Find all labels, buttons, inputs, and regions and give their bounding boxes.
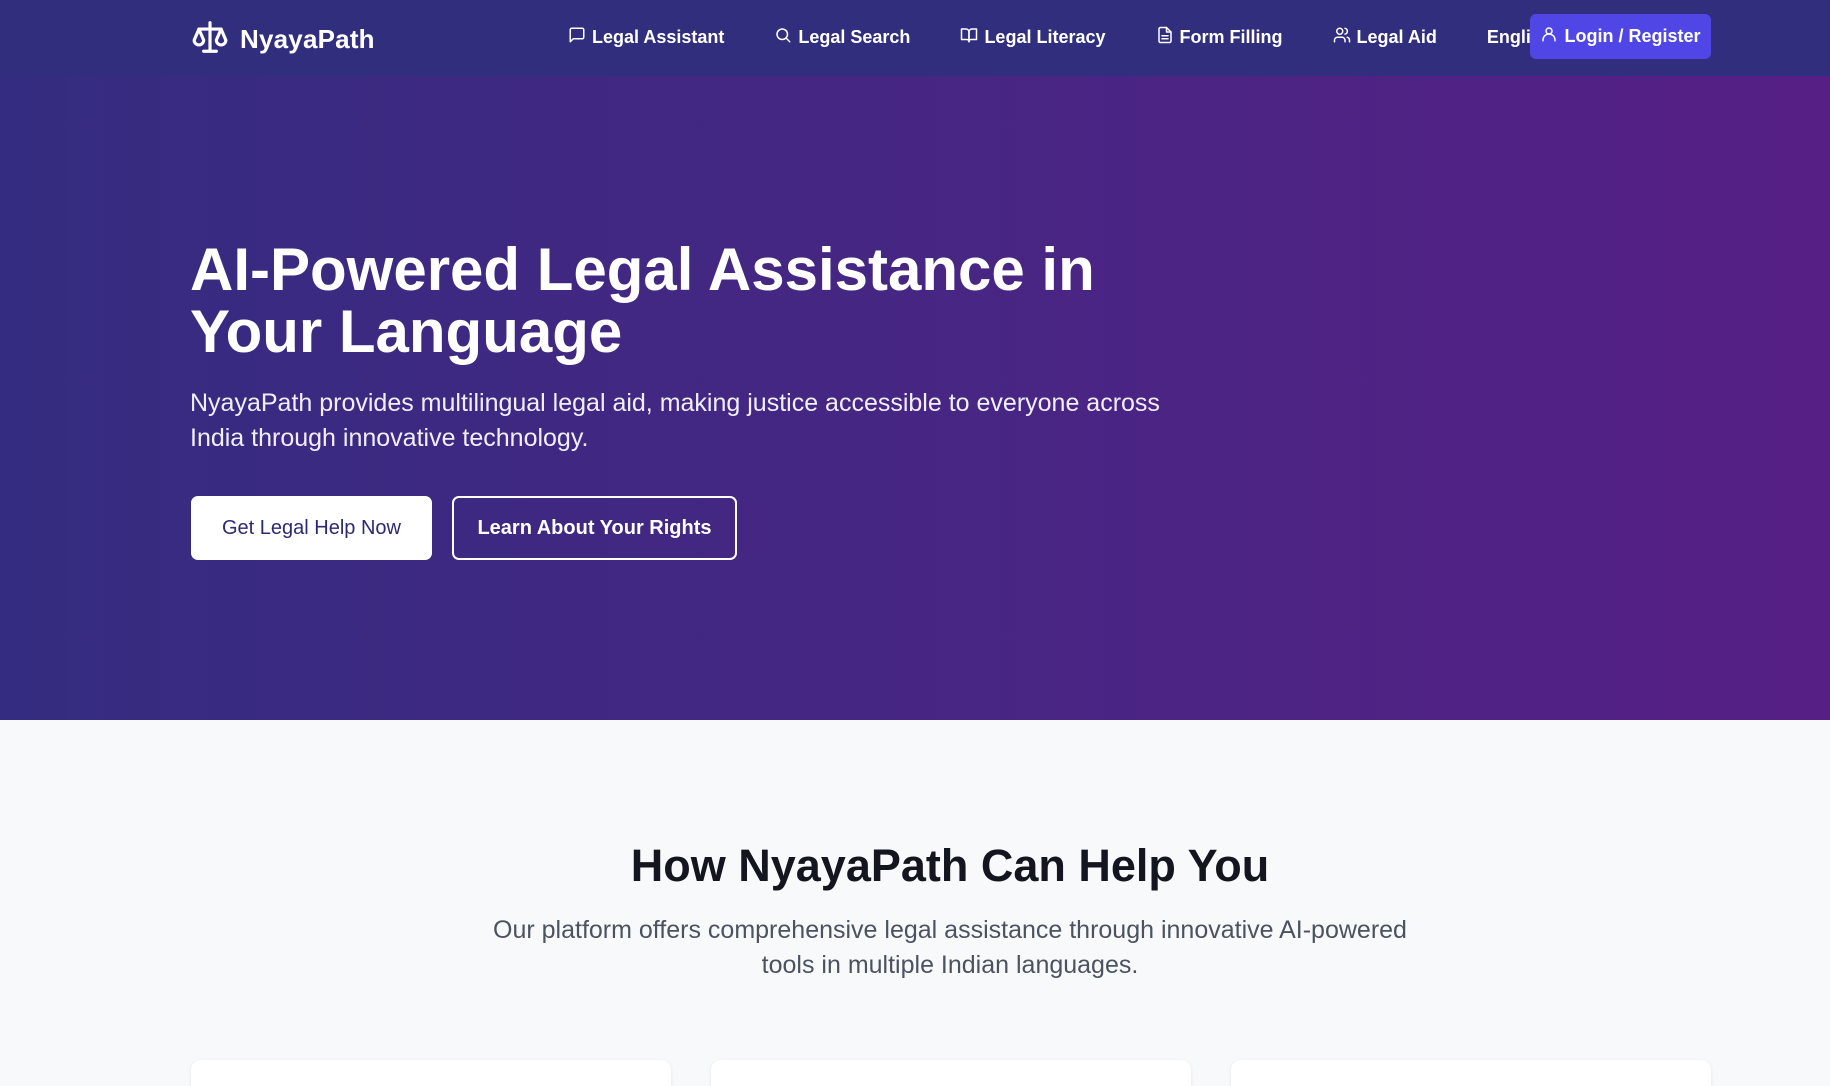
features-title: How NyayaPath Can Help You [630, 840, 1270, 891]
document-icon [1156, 26, 1180, 49]
nav-legal-aid[interactable]: Legal Aid [1333, 26, 1437, 49]
feature-card[interactable] [1231, 1060, 1711, 1086]
get-legal-help-button[interactable]: Get Legal Help Now [191, 496, 432, 560]
page: NyayaPath Legal Assistant Legal Search L… [0, 0, 1830, 1086]
nav-label: Form Filling [1179, 26, 1283, 47]
navbar: NyayaPath Legal Assistant Legal Search L… [0, 0, 1830, 76]
user-icon [1540, 25, 1564, 48]
scales-icon [191, 18, 229, 61]
main-nav: Legal Assistant Legal Search Legal Liter… [568, 14, 1587, 60]
login-register-button[interactable]: Login / Register [1530, 14, 1711, 59]
chat-icon [568, 26, 592, 49]
hero-title: AI-Powered Legal Assistance in Your Lang… [190, 236, 1095, 365]
users-icon [1333, 26, 1357, 49]
feature-card[interactable] [191, 1060, 671, 1086]
nav-legal-literacy[interactable]: Legal Literacy [960, 26, 1106, 49]
nav-legal-search[interactable]: Legal Search [774, 26, 910, 49]
nav-label: Legal Search [798, 26, 911, 47]
nav-label: Legal Literacy [984, 26, 1106, 47]
brand-name: NyayaPath [240, 24, 375, 54]
hero-section: AI-Powered Legal Assistance in Your Lang… [0, 76, 1830, 720]
hero-subtitle: NyayaPath provides multilingual legal ai… [190, 389, 1160, 452]
nav-label: Legal Assistant [592, 26, 725, 47]
login-label: Login / Register [1564, 26, 1701, 46]
learn-rights-button[interactable]: Learn About Your Rights [452, 496, 737, 560]
search-icon [774, 26, 798, 49]
book-icon [960, 26, 984, 49]
brand-logo[interactable]: NyayaPath [191, 18, 375, 61]
features-subtitle: Our platform offers comprehensive legal … [493, 916, 1407, 979]
nav-legal-assistant[interactable]: Legal Assistant [568, 26, 724, 49]
feature-card[interactable] [711, 1060, 1191, 1086]
nav-form-filling[interactable]: Form Filling [1156, 26, 1283, 49]
nav-label: Legal Aid [1356, 26, 1437, 47]
